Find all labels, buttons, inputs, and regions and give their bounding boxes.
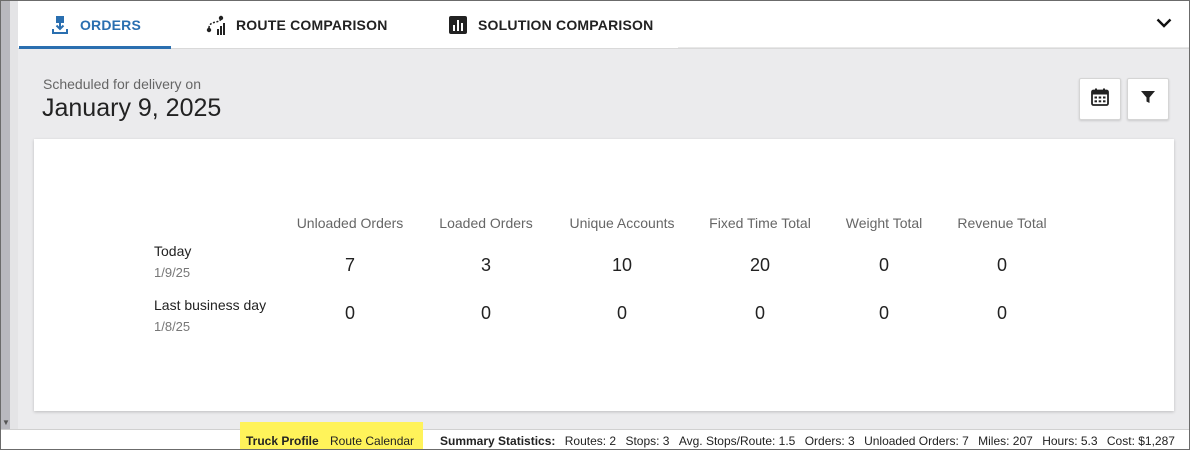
tab-orders[interactable]: ORDERS bbox=[19, 1, 171, 49]
orders-download-icon bbox=[49, 14, 71, 36]
row-label-today: Today bbox=[154, 243, 192, 259]
column-header: Unloaded Orders bbox=[296, 215, 404, 231]
stat-unloaded-orders: Unloaded Orders: 7 bbox=[864, 434, 969, 448]
table-cell: 10 bbox=[611, 255, 633, 275]
summary-statistics: Summary Statistics: Routes: 2 Stops: 3 A… bbox=[440, 434, 1175, 448]
collapse-button[interactable] bbox=[1153, 13, 1175, 35]
row-label-last-business-day: Last business day bbox=[154, 297, 267, 313]
calendar-icon bbox=[1091, 88, 1109, 111]
table-cell: 0 bbox=[616, 303, 627, 323]
left-panel-edge bbox=[10, 1, 18, 429]
stat-cost: Cost: $1,287 bbox=[1106, 434, 1175, 448]
delivery-date: January 9, 2025 bbox=[42, 94, 222, 122]
table-cell: 0 bbox=[996, 303, 1007, 323]
filter-icon bbox=[1140, 89, 1156, 110]
row-date-today: 1/9/25 bbox=[154, 265, 191, 280]
schedule-subtitle: Scheduled for delivery on bbox=[43, 76, 201, 92]
status-bar: Truck Profile Route Calendar Summary Sta… bbox=[1, 422, 1189, 449]
column-header: Revenue Total bbox=[957, 215, 1047, 231]
route-calendar-link[interactable]: Route Calendar bbox=[330, 434, 414, 448]
bar-chart-icon bbox=[447, 14, 469, 36]
orders-panel: Scheduled for delivery on January 9, 202… bbox=[18, 49, 1189, 429]
table-cell: 7 bbox=[344, 255, 355, 275]
table-cell: 0 bbox=[996, 255, 1007, 275]
tab-route-comparison-label: ROUTE COMPARISON bbox=[236, 16, 388, 33]
table-cell: 0 bbox=[480, 303, 491, 323]
stat-orders: Orders: 3 bbox=[804, 434, 855, 448]
filter-button[interactable] bbox=[1127, 78, 1169, 120]
column-header: Unique Accounts bbox=[569, 215, 675, 231]
tab-bar: ORDERS ROUTE COMPARISON SOLUTION COMPARI… bbox=[18, 1, 1189, 49]
tab-solution-comparison-label: SOLUTION COMPARISON bbox=[478, 16, 654, 33]
tab-route-comparison[interactable]: ROUTE COMPARISON bbox=[205, 1, 388, 48]
truck-profile-link[interactable]: Truck Profile bbox=[246, 434, 319, 448]
tab-solution-comparison[interactable]: SOLUTION COMPARISON bbox=[447, 1, 653, 48]
column-header: Loaded Orders bbox=[439, 215, 533, 231]
route-comparison-icon bbox=[205, 14, 227, 36]
stat-avg-stops: Avg. Stops/Route: 1.5 bbox=[678, 434, 796, 448]
stat-miles: Miles: 207 bbox=[978, 434, 1033, 448]
tab-divider bbox=[678, 47, 1189, 48]
table-cell: 0 bbox=[754, 303, 765, 323]
app-window: ▼ ORDERS ROUTE COMPARISON SOLUTION COMPA… bbox=[0, 0, 1190, 450]
row-date-last-business-day: 1/8/25 bbox=[154, 319, 191, 334]
stat-routes: Routes: 2 bbox=[564, 434, 617, 448]
column-header: Fixed Time Total bbox=[709, 215, 811, 231]
summary-statistics-label: Summary Statistics: bbox=[440, 434, 556, 448]
calendar-button[interactable] bbox=[1079, 78, 1121, 120]
tab-orders-label: ORDERS bbox=[79, 16, 142, 33]
orders-summary-card: Unloaded Orders Loaded Orders Unique Acc… bbox=[34, 139, 1174, 411]
stat-stops: Stops: 3 bbox=[625, 434, 670, 448]
left-scrollbar[interactable]: ▼ bbox=[1, 1, 10, 429]
chevron-down-icon bbox=[1156, 15, 1172, 33]
table-cell: 3 bbox=[480, 255, 491, 275]
table-cell: 0 bbox=[344, 303, 355, 323]
table-cell: 20 bbox=[749, 255, 771, 275]
stat-hours: Hours: 5.3 bbox=[1042, 434, 1098, 448]
scroll-down-arrow-icon[interactable]: ▼ bbox=[2, 419, 10, 427]
